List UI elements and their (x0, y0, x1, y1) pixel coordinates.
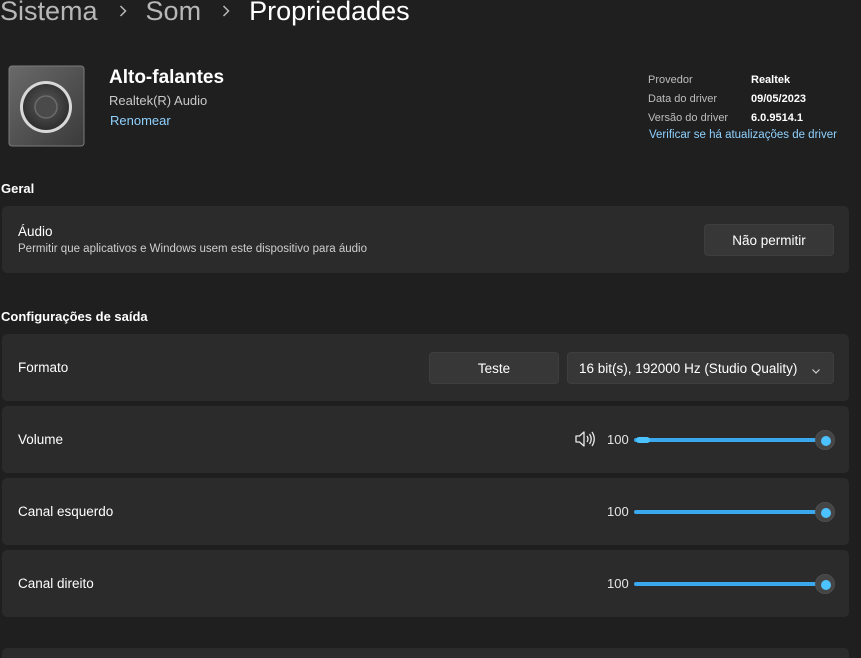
device-driver-name: Realtek(R) Audio (109, 93, 208, 108)
audio-label: Áudio (18, 224, 53, 239)
volume-slider-thumb[interactable] (815, 430, 835, 450)
format-card: Formato Teste 16 bit(s), 192000 Hz (Stud… (2, 334, 849, 401)
test-button[interactable]: Teste (429, 352, 559, 384)
driver-label: Versão do driver (648, 112, 729, 124)
volume-slider-start (636, 437, 650, 443)
speaker-icon (8, 65, 85, 147)
right-channel-slider-track[interactable] (634, 582, 824, 586)
driver-info: Provedor Realtek Data do driver 09/05/20… (648, 71, 806, 128)
breadcrumb: Sistema Som Propriedades (0, 0, 410, 31)
driver-label: Provedor (648, 74, 693, 86)
left-channel-slider-track[interactable] (634, 510, 824, 514)
driver-label: Data do driver (648, 93, 718, 105)
format-dropdown[interactable]: 16 bit(s), 192000 Hz (Studio Quality) (567, 352, 834, 384)
section-title-output: Configurações de saída (1, 309, 148, 324)
driver-value: 09/05/2023 (751, 93, 807, 105)
volume-card: Volume 100 (2, 406, 849, 473)
driver-value: 6.0.9514.1 (751, 112, 803, 124)
section-title-general: Geral (1, 181, 35, 196)
check-driver-updates-link[interactable]: Verificar se há atualizações de driver (649, 129, 837, 141)
volume-label: Volume (18, 432, 64, 447)
driver-row-date: Data do driver 09/05/2023 (648, 90, 806, 109)
next-card-edge (2, 648, 849, 658)
driver-row-provider: Provedor Realtek (648, 71, 806, 90)
volume-value: 100 (607, 432, 629, 447)
chevron-down-icon (811, 364, 821, 374)
left-channel-slider-thumb[interactable] (815, 502, 835, 522)
breadcrumb-sistema[interactable]: Sistema (0, 0, 98, 27)
driver-row-version: Versão do driver 6.0.9514.1 (648, 109, 806, 128)
right-channel-card: Canal direito 100 (2, 550, 849, 617)
left-channel-label: Canal esquerdo (18, 504, 114, 519)
left-channel-value: 100 (607, 504, 629, 519)
rename-link[interactable]: Renomear (110, 113, 171, 128)
format-label: Formato (18, 360, 69, 375)
device-name: Alto-falantes (109, 67, 225, 88)
right-channel-label: Canal direito (18, 576, 94, 591)
speaker-volume-icon[interactable] (574, 430, 596, 448)
right-channel-slider-thumb[interactable] (815, 574, 835, 594)
volume-slider-track[interactable] (634, 438, 824, 442)
format-selected-value: 16 bit(s), 192000 Hz (Studio Quality) (579, 360, 798, 376)
page-title: Propriedades (249, 0, 410, 26)
left-channel-card: Canal esquerdo 100 (2, 478, 849, 545)
audio-description: Permitir que aplicativos e Windows usem … (18, 243, 367, 255)
breadcrumb-som[interactable]: Som (146, 0, 202, 27)
chevron-right-icon (118, 5, 128, 17)
audio-card: Áudio Permitir que aplicativos e Windows… (2, 206, 849, 273)
right-channel-value: 100 (607, 576, 629, 591)
driver-value: Realtek (751, 74, 791, 86)
disallow-button[interactable]: Não permitir (704, 224, 834, 256)
chevron-right-icon (221, 5, 231, 17)
